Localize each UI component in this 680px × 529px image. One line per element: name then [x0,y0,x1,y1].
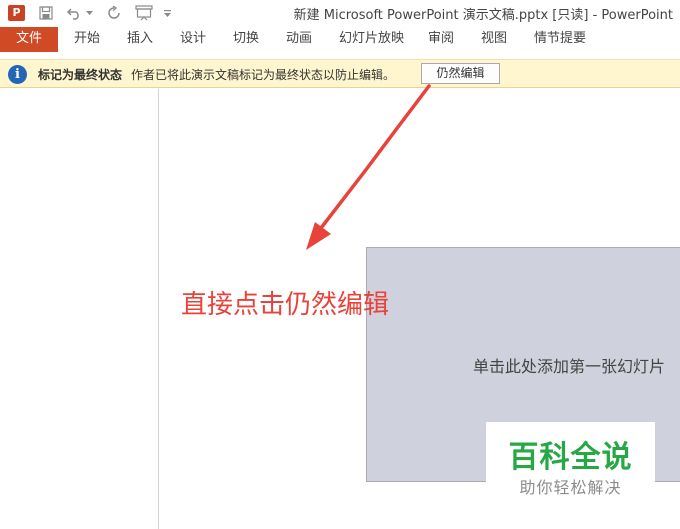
watermark-title: 百科全说 [508,440,633,475]
tab-home[interactable]: 开始 [74,27,100,52]
tab-slideshow[interactable]: 幻灯片放映 [339,27,404,52]
message-bar: i 标记为最终状态 作者已将此演示文稿标记为最终状态以防止编辑。 仍然编辑 [0,59,680,88]
tab-transitions[interactable]: 切换 [233,27,259,52]
tab-review[interactable]: 审阅 [428,27,454,52]
tab-file[interactable]: 文件 [0,27,58,52]
customize-chevron-icon[interactable] [162,4,172,22]
redo-icon[interactable] [104,4,124,22]
window-title: 新建 Microsoft PowerPoint 演示文稿.pptx [只读] -… [293,8,673,23]
tab-insert[interactable]: 插入 [127,27,153,52]
tab-view[interactable]: 视图 [481,27,507,52]
tab-storyboarding[interactable]: 情节提要 [534,27,586,52]
message-bar-text: 作者已将此演示文稿标记为最终状态以防止编辑。 [131,68,396,82]
tab-animations[interactable]: 动画 [286,27,312,52]
slide-thumbnail-pane[interactable] [0,89,159,529]
info-icon: i [8,65,27,84]
slide-title-placeholder[interactable]: 单击此处添加第一张幻灯片 [473,353,665,377]
edit-anyway-button[interactable]: 仍然编辑 [421,63,500,84]
undo-icon[interactable] [64,4,84,22]
slideshow-icon[interactable] [133,4,155,22]
ribbon-tabs: 文件 开始 插入 设计 切换 动画 幻灯片放映 审阅 视图 情节提要 [0,27,680,52]
save-icon[interactable] [36,4,56,22]
powerpoint-logo-icon: P [8,5,25,21]
annotation-text: 直接点击仍然编辑 [181,290,390,320]
watermark-subtitle: 助你轻松解决 [519,478,622,497]
watermark: 百科全说 助你轻松解决 [486,422,655,504]
message-bar-title: 标记为最终状态 [38,68,123,82]
tab-design[interactable]: 设计 [180,27,206,52]
undo-dropdown-icon[interactable] [85,4,93,22]
title-bar: P 新建 Microsoft PowerPoint 演示文稿.pptx [只读]… [0,0,680,27]
